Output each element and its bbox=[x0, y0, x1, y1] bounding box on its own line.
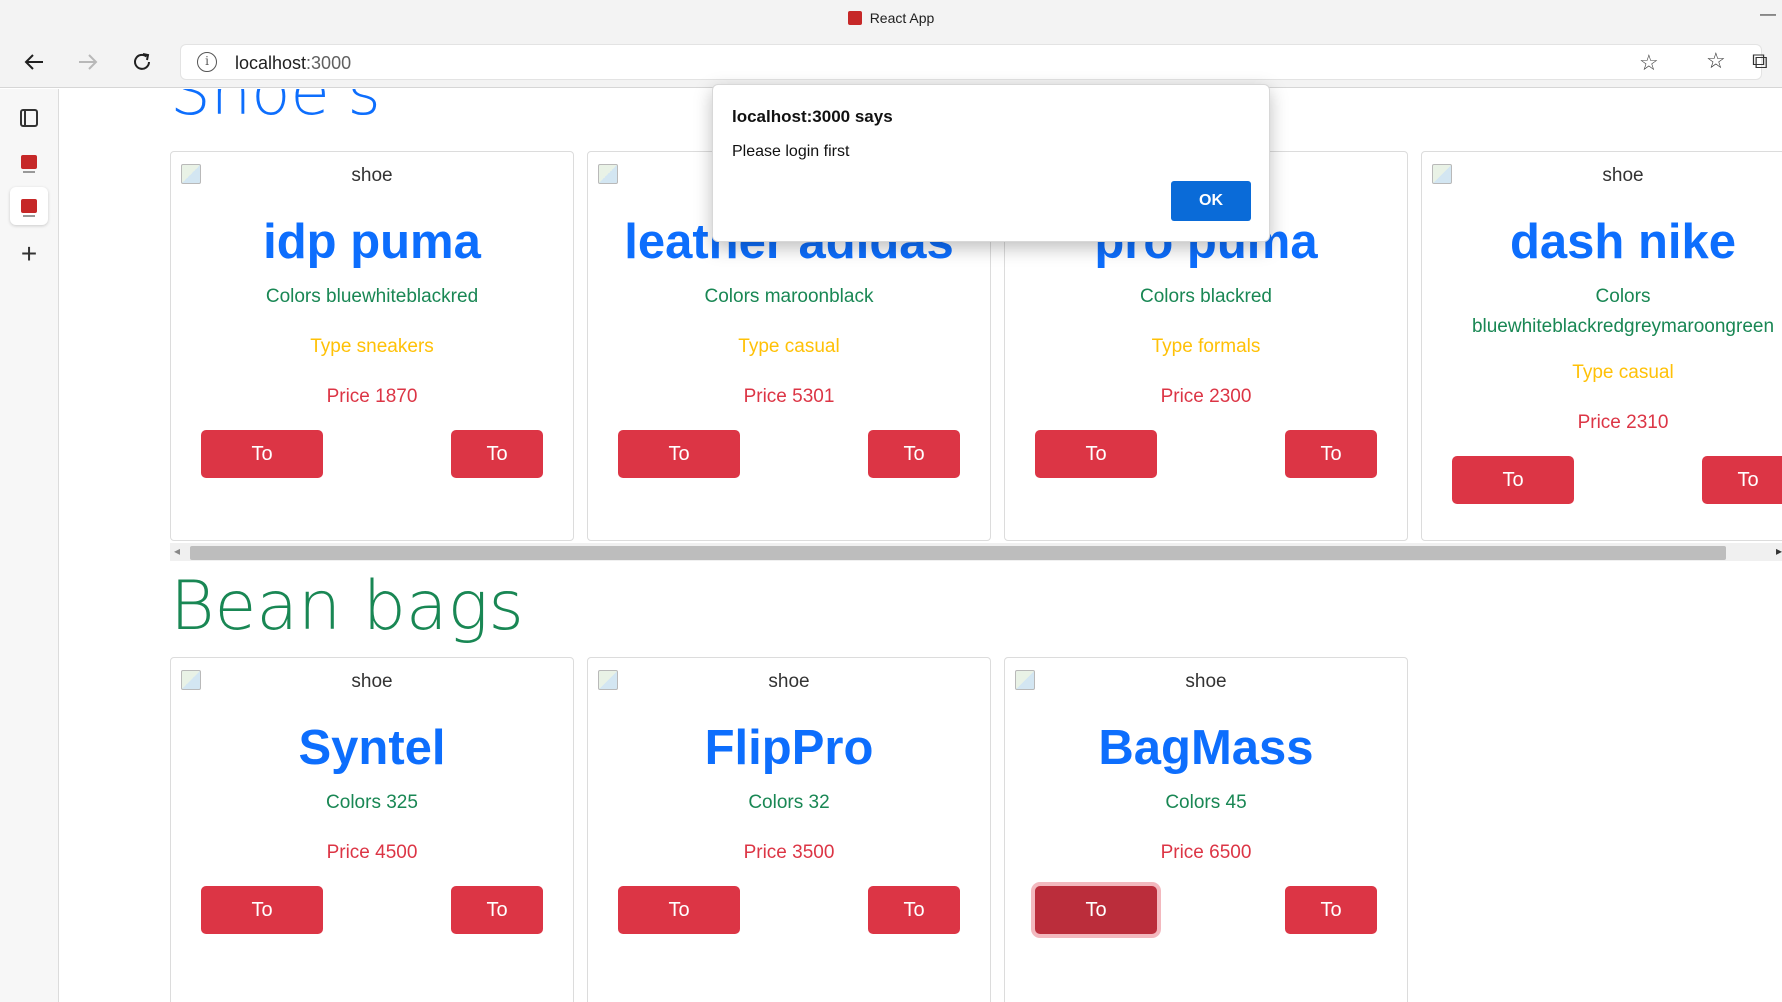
product-type: Type casual bbox=[1572, 362, 1674, 383]
product-card: shoe Syntel Colors 325 Price 4500 To wis… bbox=[170, 657, 574, 1002]
collections-icon[interactable]: ⧉ bbox=[1752, 48, 1768, 74]
sidebar-tab-2-active[interactable] bbox=[10, 187, 48, 225]
product-type: Type sneakers bbox=[310, 336, 434, 357]
product-type: Type formals bbox=[1151, 336, 1261, 357]
shoes-section-title: Shoe's bbox=[170, 89, 381, 130]
to-wishlist-button[interactable]: To wishlist bbox=[1035, 430, 1157, 513]
to-wishlist-button[interactable]: To wishlist bbox=[201, 430, 323, 513]
to-kart-button[interactable]: To kart bbox=[451, 430, 543, 513]
product-colors: Colors 32 bbox=[748, 792, 830, 813]
product-colors: Colors bluewhiteblackred bbox=[265, 286, 479, 307]
broken-image-icon bbox=[598, 670, 618, 690]
refresh-icon bbox=[134, 53, 150, 70]
product-colors-label: Colors bbox=[1595, 286, 1651, 307]
alert-dialog: localhost:3000 says Please login first O… bbox=[712, 84, 1270, 242]
image-alt-text: shoe bbox=[351, 671, 393, 692]
alert-message: Please login first bbox=[732, 143, 850, 160]
site-info-icon[interactable]: i bbox=[197, 52, 217, 72]
minimize-icon[interactable]: — bbox=[1760, 6, 1776, 23]
image-alt-text: shoe bbox=[768, 671, 810, 692]
product-image: shoe bbox=[181, 670, 563, 694]
url-text[interactable]: localhost:3000 bbox=[235, 53, 351, 74]
product-price: Price 6500 bbox=[1160, 842, 1252, 863]
to-wishlist-button[interactable]: To wishlist bbox=[201, 886, 323, 969]
scrollbar-thumb[interactable] bbox=[190, 546, 1726, 560]
to-wishlist-button[interactable]: To wishlist bbox=[1452, 456, 1574, 539]
product-price: Price 2310 bbox=[1577, 412, 1669, 433]
product-image: shoe bbox=[181, 164, 563, 188]
broken-image-icon bbox=[598, 164, 618, 184]
forward-arrow-icon bbox=[79, 54, 98, 70]
horizontal-scrollbar[interactable]: ◂ ▸ bbox=[170, 543, 1782, 561]
to-wishlist-button[interactable]: To wishlist bbox=[618, 886, 740, 969]
address-bar[interactable]: i localhost:3000 ☆ bbox=[180, 44, 1762, 80]
product-colors: Colors maroonblack bbox=[704, 286, 874, 307]
plus-icon: + bbox=[20, 238, 38, 269]
product-price: Price 5301 bbox=[743, 386, 835, 407]
new-tab-button[interactable]: + bbox=[10, 235, 48, 273]
product-colors-value: bluewhiteblackredgreymaroongreen bbox=[1471, 316, 1775, 337]
to-wishlist-button[interactable]: To wishlist bbox=[1035, 886, 1157, 969]
url-host: localhost bbox=[235, 53, 307, 73]
broken-image-icon bbox=[1432, 164, 1452, 184]
to-kart-button[interactable]: To kart bbox=[1702, 456, 1782, 539]
alert-ok-button[interactable]: OK bbox=[1171, 181, 1251, 221]
product-image: shoe bbox=[1015, 670, 1397, 694]
window-title-text: React App bbox=[869, 10, 935, 26]
product-name: BagMass bbox=[1098, 721, 1314, 775]
product-price: Price 3500 bbox=[743, 842, 835, 863]
image-alt-text: shoe bbox=[1602, 165, 1644, 186]
product-card: shoe dash nike Colors bluewhiteblackredg… bbox=[1421, 151, 1782, 541]
product-name: idp puma bbox=[263, 215, 481, 269]
to-kart-button[interactable]: To kart bbox=[1285, 430, 1377, 513]
add-favorite-icon[interactable]: ☆ bbox=[1639, 50, 1659, 76]
vertical-tabs-sidebar: + bbox=[0, 89, 59, 1002]
tab-favicon-icon bbox=[21, 155, 37, 173]
product-image: shoe bbox=[1432, 164, 1782, 188]
alert-title: localhost:3000 says bbox=[732, 107, 893, 126]
sidebar-tab-1[interactable] bbox=[10, 143, 48, 181]
product-colors: Colors 45 bbox=[1165, 792, 1247, 813]
product-card: shoe idp puma Colors bluewhiteblackred T… bbox=[170, 151, 574, 541]
product-colors: Colors blackred bbox=[1140, 286, 1272, 307]
image-alt-text: shoe bbox=[351, 165, 393, 186]
broken-image-icon bbox=[181, 670, 201, 690]
refresh-button[interactable] bbox=[124, 44, 160, 80]
tab-actions-icon bbox=[20, 109, 38, 127]
product-price: Price 1870 bbox=[326, 386, 418, 407]
to-kart-button[interactable]: To kart bbox=[868, 886, 960, 969]
beanbags-section-title: Bean bags bbox=[170, 567, 524, 646]
product-card: shoe FlipPro Colors 32 Price 3500 To wis… bbox=[587, 657, 991, 1002]
product-name: FlipPro bbox=[704, 721, 874, 775]
product-type: Type casual bbox=[738, 336, 840, 357]
product-colors: Colors 325 bbox=[326, 792, 418, 813]
scroll-left-arrow-icon[interactable]: ◂ bbox=[174, 544, 180, 558]
to-wishlist-button[interactable]: To wishlist bbox=[618, 430, 740, 513]
window-title: React App bbox=[0, 10, 1782, 26]
image-alt-text: shoe bbox=[1185, 671, 1227, 692]
product-name: dash nike bbox=[1509, 215, 1737, 269]
product-price: Price 2300 bbox=[1160, 386, 1252, 407]
to-kart-button[interactable]: To kart bbox=[451, 886, 543, 969]
back-arrow-icon bbox=[24, 54, 43, 70]
favorites-icon[interactable]: ☆ bbox=[1706, 48, 1726, 74]
product-price: Price 4500 bbox=[326, 842, 418, 863]
to-kart-button[interactable]: To kart bbox=[868, 430, 960, 513]
broken-image-icon bbox=[1015, 670, 1035, 690]
scroll-right-arrow-icon[interactable]: ▸ bbox=[1776, 544, 1782, 558]
product-card: shoe BagMass Colors 45 Price 6500 To wis… bbox=[1004, 657, 1408, 1002]
tab-favicon-icon bbox=[21, 199, 37, 217]
window-titlebar: React App — bbox=[0, 0, 1782, 36]
browser-toolbar: i localhost:3000 ☆ ☆ ⧉ bbox=[0, 36, 1782, 88]
react-app-favicon-icon bbox=[847, 11, 862, 25]
back-button[interactable] bbox=[16, 44, 52, 80]
product-image: shoe bbox=[598, 670, 980, 694]
to-kart-button[interactable]: To kart bbox=[1285, 886, 1377, 969]
tab-actions-button[interactable] bbox=[10, 99, 48, 137]
url-port: :3000 bbox=[306, 53, 352, 73]
product-name: Syntel bbox=[298, 721, 446, 775]
forward-button[interactable] bbox=[70, 44, 106, 80]
broken-image-icon bbox=[181, 164, 201, 184]
